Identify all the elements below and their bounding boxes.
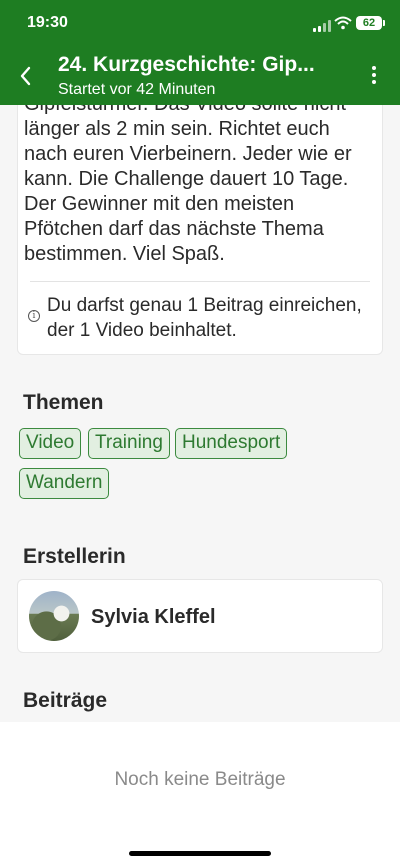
description-text: Gipfelstürmer. Das Video sollte nicht lä…	[24, 92, 374, 267]
submission-rule-text: Du darfst genau 1 Beitrag einreichen, de…	[47, 295, 362, 341]
description-line: Der Gewinner mit den meisten	[24, 193, 295, 215]
contributions-heading: Beiträge	[23, 689, 108, 712]
themes-heading: Themen	[23, 391, 104, 414]
theme-tag-training[interactable]: Training	[88, 428, 170, 459]
status-bar: 19:30 62	[0, 0, 400, 44]
description-line: nach euren Vierbeinern. Jeder wie er	[24, 143, 352, 165]
page-title: 24. Kurzgeschichte: Gip...	[58, 53, 315, 76]
description-line: kann. Die Challenge dauert 10 Tage.	[24, 168, 349, 190]
page-subtitle: Startet vor 42 Minuten	[58, 81, 216, 98]
info-icon: i	[28, 310, 40, 322]
signal-icon	[313, 20, 331, 32]
theme-tag-hundesport[interactable]: Hundesport	[175, 428, 288, 459]
content-scroll[interactable]: Gipfelstürmer. Das Video sollte nicht lä…	[0, 0, 400, 866]
battery-indicator: 62	[356, 16, 385, 30]
description-divider	[30, 281, 370, 282]
back-arrow-icon[interactable]	[14, 62, 38, 90]
avatar	[29, 591, 79, 641]
description-line: bestimmen. Viel Spaß.	[24, 243, 225, 265]
creator-heading: Erstellerin	[23, 545, 126, 568]
app-header: 19:30 62 24. Kurzgeschichte: Gip... Star…	[0, 0, 400, 105]
theme-tag-video[interactable]: Video	[19, 428, 82, 459]
status-time: 19:30	[27, 14, 68, 31]
wifi-icon	[334, 16, 352, 30]
more-options-icon[interactable]	[364, 66, 384, 90]
description-line: länger als 2 min sein. Richtet euch	[24, 118, 330, 140]
contributions-panel	[0, 722, 400, 866]
theme-tag-wandern[interactable]: Wandern	[19, 468, 110, 499]
description-line: Pfötchen darf das nächste Thema	[24, 218, 324, 240]
home-indicator[interactable]	[129, 851, 271, 856]
empty-contributions-text: Noch keine Beiträge	[114, 769, 286, 790]
creator-name[interactable]: Sylvia Kleffel	[91, 606, 216, 629]
